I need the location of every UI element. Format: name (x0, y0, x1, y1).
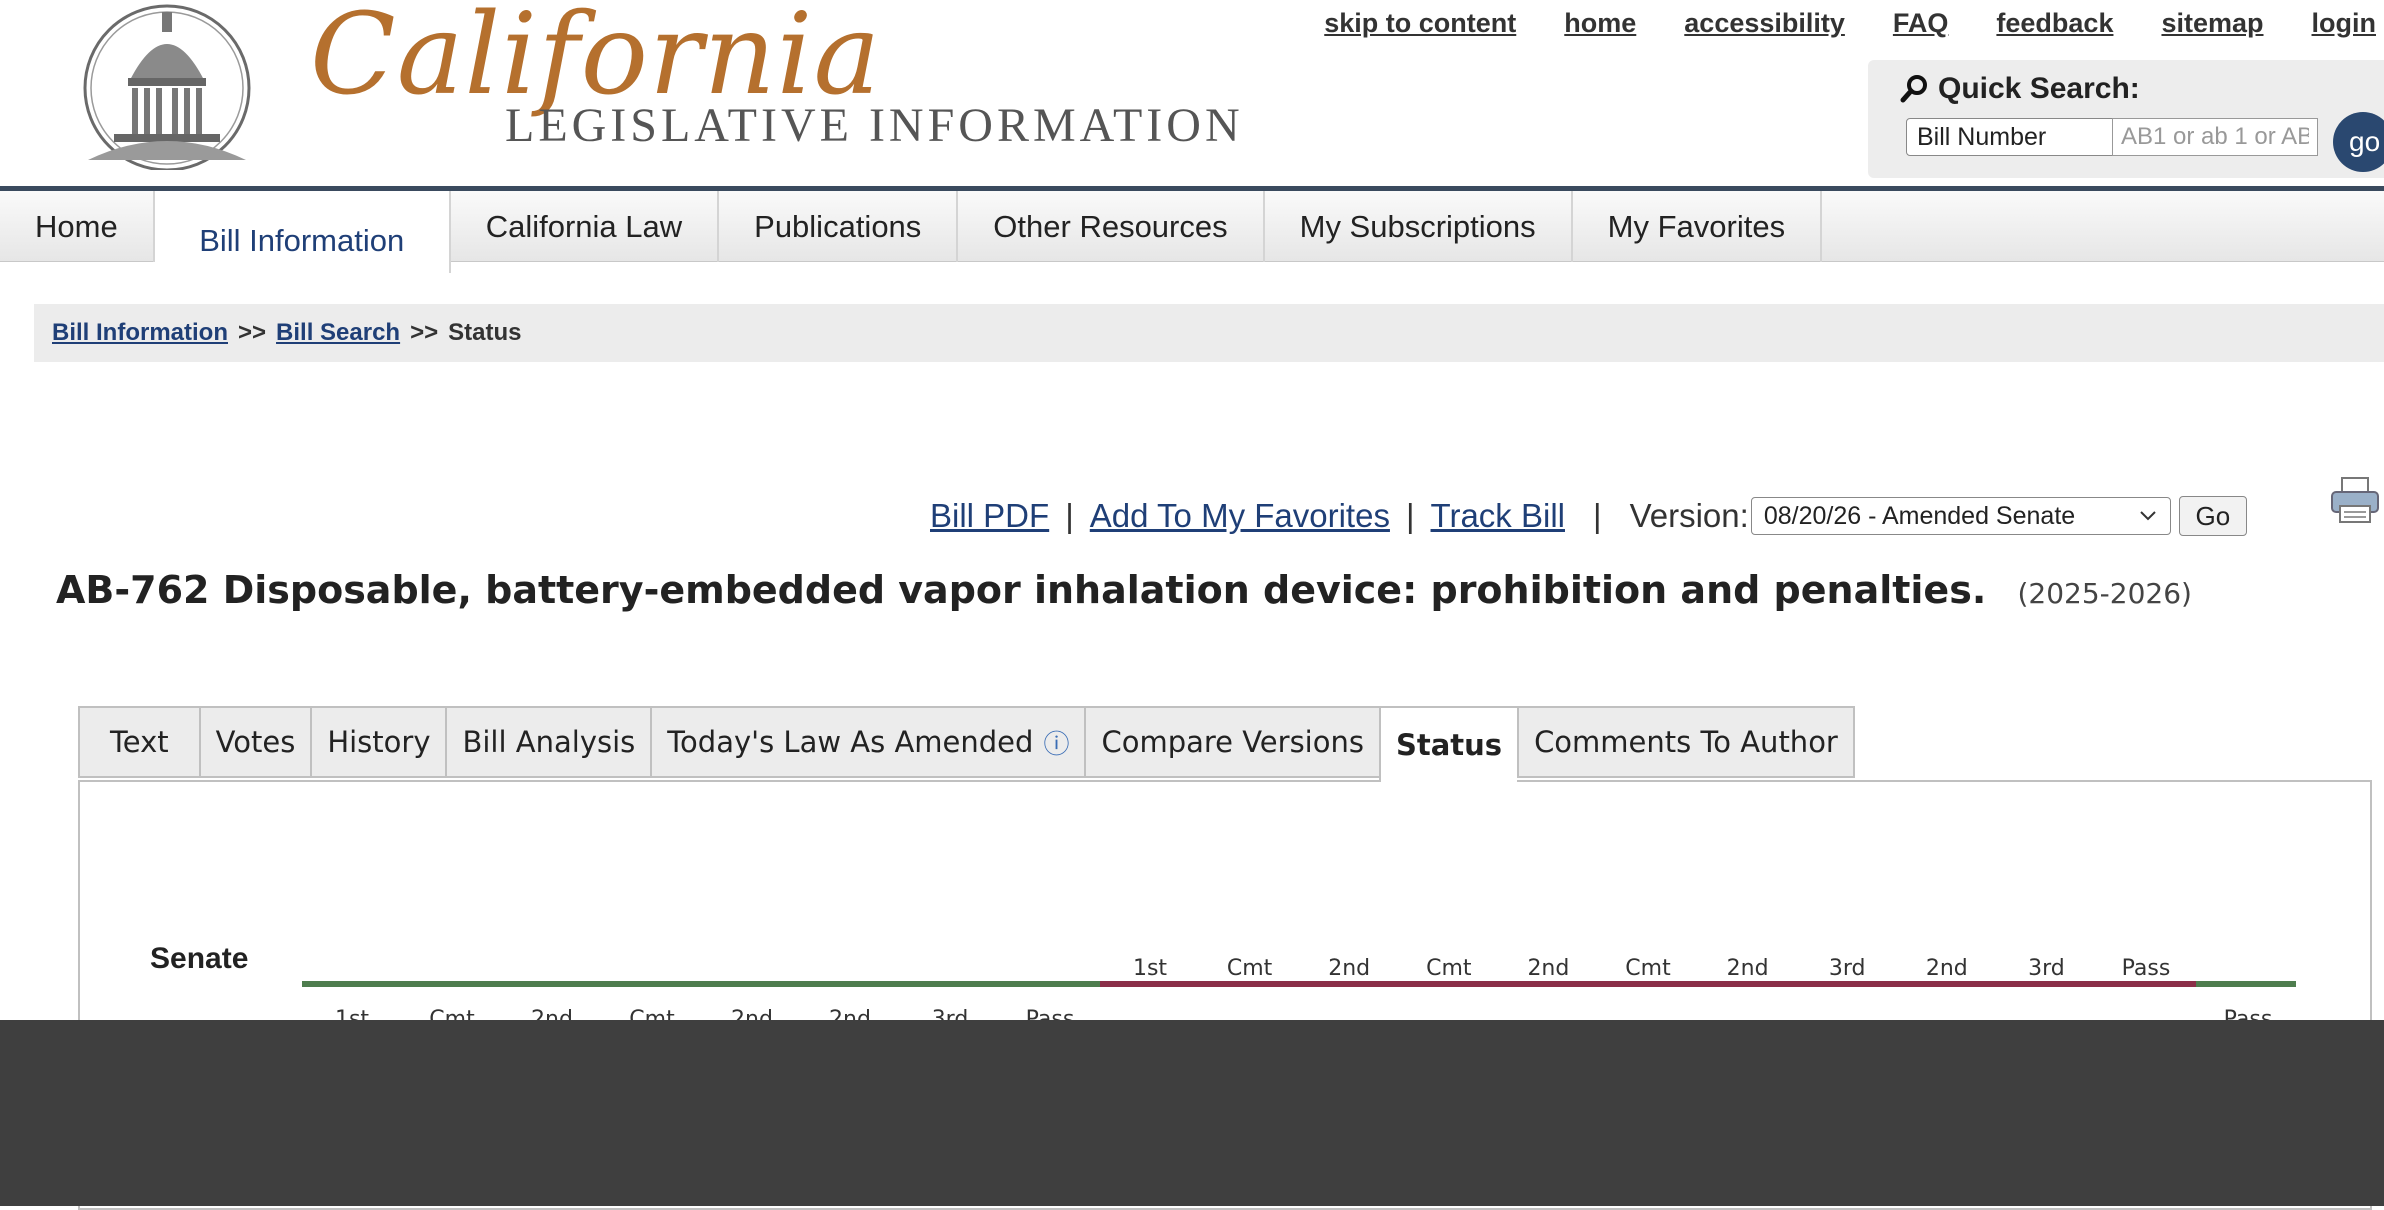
status-step-label: Cmt (1227, 956, 1273, 981)
status-step-label: 2nd (1926, 956, 1968, 981)
status-step-label: 2nd (1727, 956, 1769, 981)
tab-label: Status (1395, 728, 1503, 762)
status-step-label: 3rd (2028, 956, 2065, 981)
bottom-overlay (0, 1020, 2384, 1206)
status-step-label: 2nd (1328, 956, 1370, 981)
status-step-label: Cmt (1426, 956, 1472, 981)
status-step-label: 2nd (1527, 956, 1569, 981)
nav-bill-information[interactable]: Bill Information (154, 191, 451, 273)
senate-step-labels: 1st Cmt 2nd Cmt 2nd Cmt 2nd 3rd 2nd 3rd Pass (1133, 956, 2170, 981)
tab-status[interactable]: Status (1378, 706, 1518, 782)
status-step-label: Pass (2122, 956, 2171, 981)
status-step-label: 3rd (1829, 956, 1866, 981)
status-step-label: Cmt (1625, 956, 1671, 981)
status-step-label: 1st (1133, 956, 1167, 981)
